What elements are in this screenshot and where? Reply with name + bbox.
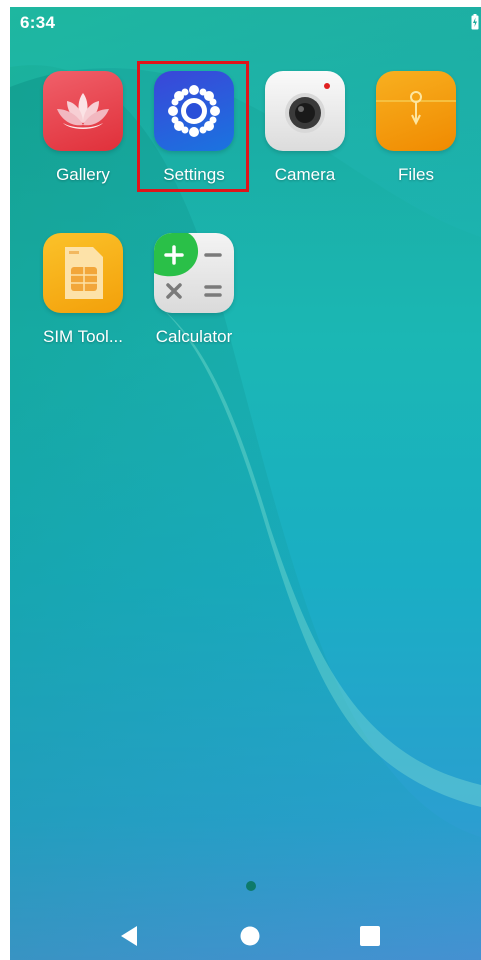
app-label-gallery: Gallery [56,165,110,184]
status-bar: 6:34 [10,7,481,39]
app-label-sim-toolkit: SIM Tool... [43,327,123,346]
app-label-camera: Camera [274,165,336,184]
home-circle-icon[interactable] [236,922,264,950]
page-indicator-dot [246,881,256,891]
recents-square-icon[interactable] [356,922,384,950]
app-files[interactable]: Files [361,71,471,185]
home-screen: 6:34 Gallery Settings Camera Files SIM T… [10,7,481,960]
app-camera[interactable]: Camera [250,71,360,185]
sim-card-icon [43,233,123,313]
folder-icon [376,71,456,151]
app-sim-toolkit[interactable]: SIM Tool... [28,233,138,347]
highlight-box [137,61,249,192]
camera-icon [265,71,345,151]
navigation-bar [10,912,481,960]
app-gallery[interactable]: Gallery [28,71,138,185]
back-triangle-icon[interactable] [116,922,144,950]
status-time: 6:34 [20,13,56,32]
lotus-icon [43,71,123,151]
battery-charging-icon [471,14,479,30]
app-label-files: Files [398,165,434,184]
app-calculator[interactable]: Calculator [139,233,249,347]
calculator-icon [154,233,234,313]
app-label-calculator: Calculator [155,327,233,346]
